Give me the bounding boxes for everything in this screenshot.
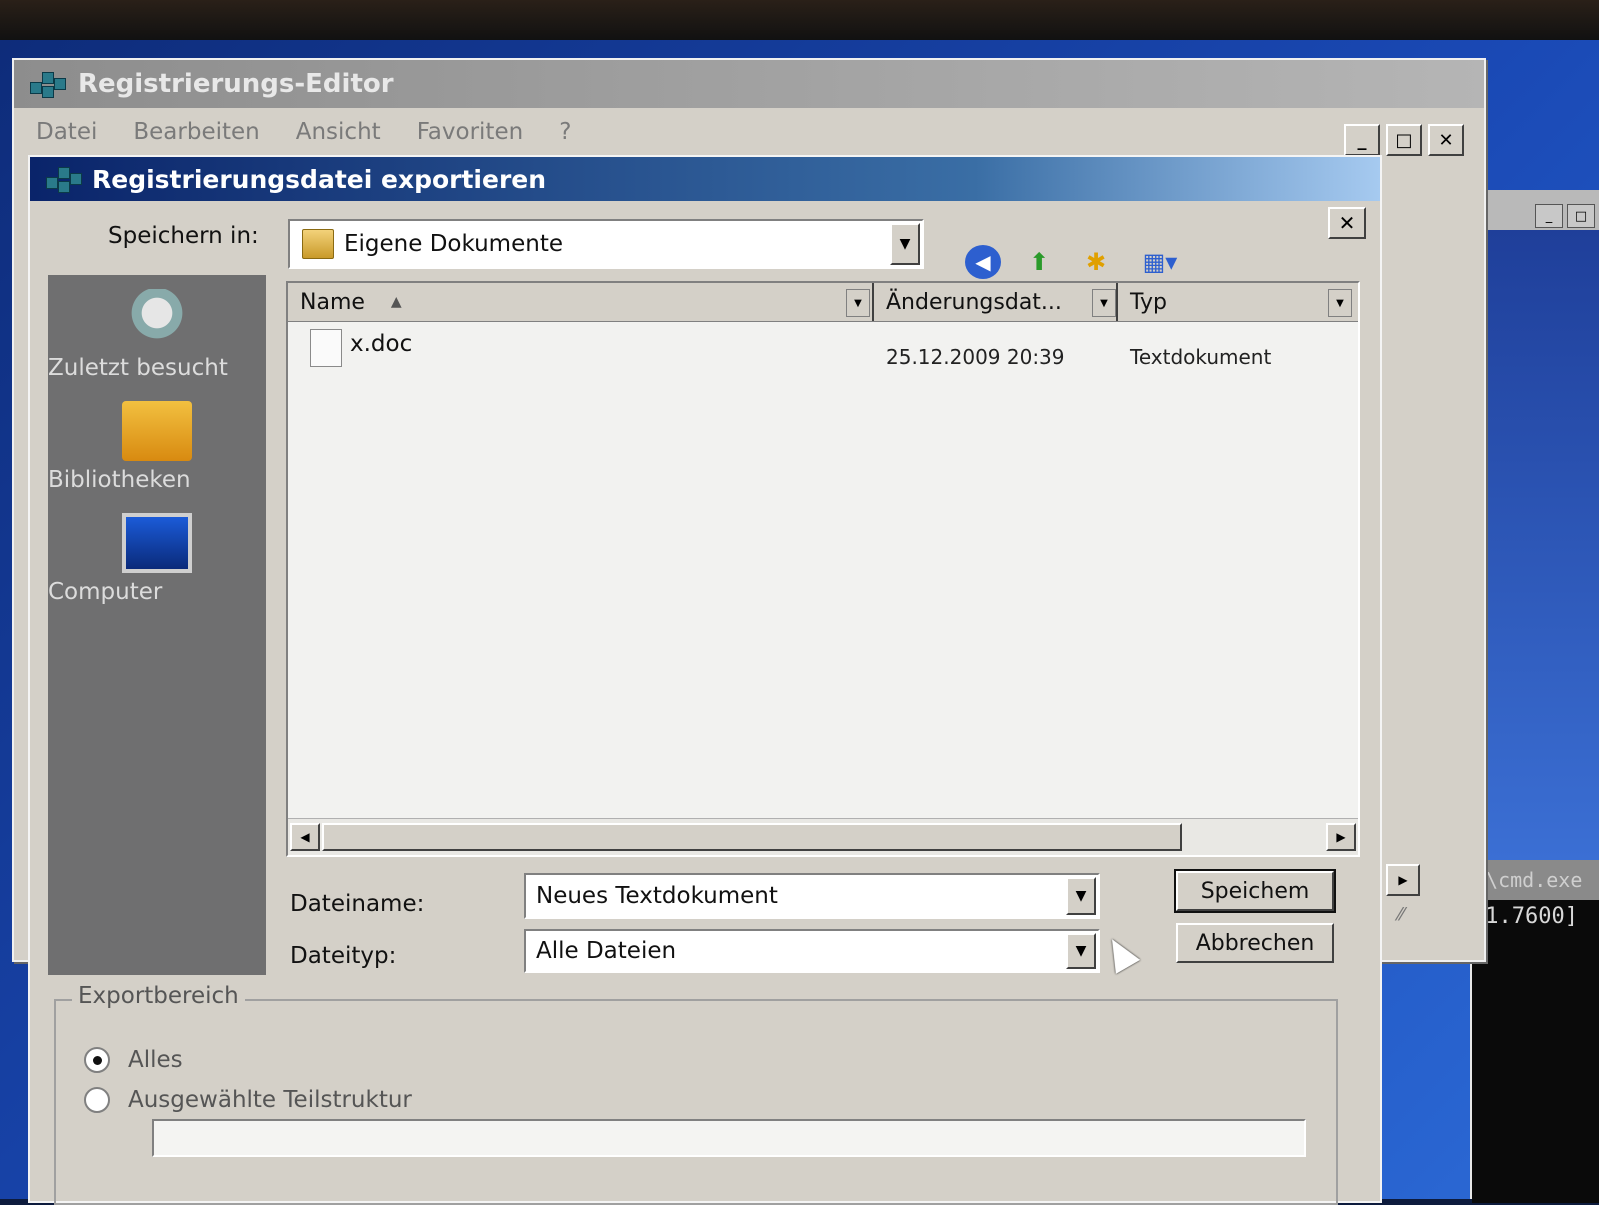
regedit-title: Registrierungs-Editor <box>78 69 394 99</box>
chevron-down-icon[interactable]: ▼ <box>890 223 920 265</box>
cancel-button[interactable]: Abbrechen <box>1176 923 1334 963</box>
column-type-filter-icon[interactable]: ▼ <box>1328 289 1352 317</box>
regedit-app-icon <box>28 68 66 100</box>
save-in-value: Eigene Dokumente <box>344 231 563 257</box>
radio-branch-label: Ausgewählte Teilstruktur <box>128 1087 412 1113</box>
filename-input[interactable]: Neues Textdokument ▼ <box>524 873 1100 919</box>
export-range-legend: Exportbereich <box>72 983 245 1009</box>
save-button[interactable]: Speichem <box>1174 869 1336 913</box>
column-name-filter-icon[interactable]: ▼ <box>846 289 870 317</box>
file-list[interactable]: Name ▲ ▼ Änderungsdat... ▼ Typ ▼ x.doc 2… <box>286 281 1360 857</box>
file-row[interactable]: x.doc 25.12.2009 20:39 Textdokument <box>288 323 1358 383</box>
radio-branch-button[interactable] <box>84 1087 110 1113</box>
mouse-cursor-icon <box>1099 932 1141 974</box>
maximize-button[interactable]: □ <box>1386 124 1422 156</box>
radio-selected-icon <box>92 1055 102 1065</box>
file-date: 25.12.2009 20:39 <box>886 345 1065 369</box>
file-type: Textdokument <box>1130 345 1272 369</box>
dialog-titlebar[interactable]: Registrierungsdatei exportieren <box>30 157 1380 201</box>
libraries-icon <box>122 401 192 461</box>
sort-ascending-icon: ▲ <box>390 294 402 310</box>
minimize-button[interactable]: _ <box>1344 124 1380 156</box>
background-window-controls: _ □ <box>1535 204 1595 228</box>
back-icon[interactable]: ◀ <box>965 245 1001 279</box>
place-libraries[interactable]: Bibliotheken <box>48 401 266 493</box>
radio-all[interactable]: Alles <box>84 1047 183 1073</box>
radio-branch[interactable]: Ausgewählte Teilstruktur <box>84 1087 412 1113</box>
column-type[interactable]: Typ <box>1118 283 1358 321</box>
menu-bar: Datei Bearbeiten Ansicht Favoriten ? <box>14 112 571 152</box>
place-computer[interactable]: Computer <box>48 513 266 605</box>
chevron-down-icon[interactable]: ▼ <box>1066 933 1096 969</box>
menu-favoriten[interactable]: Favoriten <box>417 119 524 145</box>
file-name: x.doc <box>350 331 413 357</box>
place-label: Bibliotheken <box>48 467 191 493</box>
filetype-label: Dateityp: <box>290 943 397 969</box>
regedit-titlebar[interactable]: Registrierungs-Editor <box>14 60 1484 108</box>
filetype-value: Alle Dateien <box>536 938 677 964</box>
scroll-thumb[interactable] <box>322 823 1182 851</box>
regedit-window-controls: _ □ ✕ <box>1344 124 1464 156</box>
cmd-window-title[interactable]: 2\cmd.exe <box>1472 860 1599 900</box>
up-folder-icon[interactable]: ⬆ <box>1021 245 1057 279</box>
console-text: .1.7600] <box>1472 904 1578 929</box>
branch-path-input[interactable] <box>152 1119 1306 1157</box>
maximize-icon[interactable]: □ <box>1567 204 1595 228</box>
menu-datei[interactable]: Datei <box>36 119 97 145</box>
dialog-close-button[interactable]: ✕ <box>1328 207 1366 239</box>
menu-ansicht[interactable]: Ansicht <box>296 119 381 145</box>
new-folder-icon[interactable]: ✱ <box>1077 245 1115 279</box>
background-window-content <box>1472 230 1599 860</box>
cmd-console: .1.7600] <box>1472 900 1599 1203</box>
dialog-toolbar: ◀ ⬆ ✱ ▦▾ <box>965 245 1185 279</box>
column-type-label: Typ <box>1130 289 1167 315</box>
radio-all-button[interactable] <box>84 1047 110 1073</box>
column-name[interactable]: Name ▲ <box>288 283 874 321</box>
column-date-filter-icon[interactable]: ▼ <box>1092 289 1116 317</box>
column-header-row: Name ▲ ▼ Änderungsdat... ▼ Typ ▼ <box>288 283 1358 322</box>
recent-places-icon <box>122 289 192 349</box>
minimize-icon[interactable]: _ <box>1535 204 1563 228</box>
place-recent[interactable]: Zuletzt besucht <box>48 289 266 381</box>
view-menu-icon[interactable]: ▦▾ <box>1135 245 1185 279</box>
filename-value: Neues Textdokument <box>536 883 778 909</box>
place-label: Zuletzt besucht <box>48 355 228 381</box>
document-icon <box>310 329 342 367</box>
export-range-group: Exportbereich Alles Ausgewählte Teilstru… <box>54 983 1338 1205</box>
radio-all-label: Alles <box>128 1047 183 1073</box>
dialog-title: Registrierungsdatei exportieren <box>92 164 547 194</box>
resize-grip-icon[interactable]: ⁄⁄ <box>1398 904 1428 932</box>
column-date-label: Änderungsdat... <box>886 289 1062 315</box>
save-in-dropdown[interactable]: Eigene Dokumente ▼ <box>288 219 924 269</box>
filetype-dropdown[interactable]: Alle Dateien ▼ <box>524 929 1100 973</box>
computer-icon <box>122 513 192 573</box>
filename-label: Dateiname: <box>290 891 425 917</box>
regedit-app-icon <box>44 163 82 195</box>
save-in-label: Speichern in: <box>108 223 259 249</box>
scroll-right-icon[interactable]: ▶ <box>1326 823 1356 851</box>
column-date[interactable]: Änderungsdat... <box>874 283 1118 321</box>
chevron-down-icon[interactable]: ▼ <box>1066 877 1096 915</box>
places-bar: Zuletzt besucht Bibliotheken Computer <box>48 275 266 975</box>
folder-icon <box>302 229 334 259</box>
background-window[interactable]: _ □ 2\cmd.exe .1.7600] <box>1470 190 1599 1203</box>
scroll-right-icon[interactable]: ▶ <box>1386 864 1420 896</box>
place-label: Computer <box>48 579 163 605</box>
menu-bearbeiten[interactable]: Bearbeiten <box>133 119 259 145</box>
scroll-left-icon[interactable]: ◀ <box>290 823 320 851</box>
menu-help[interactable]: ? <box>559 119 571 145</box>
close-button[interactable]: ✕ <box>1428 124 1464 156</box>
horizontal-scrollbar[interactable]: ◀ ▶ <box>288 818 1358 855</box>
monitor-bezel <box>0 0 1599 40</box>
export-dialog: Registrierungsdatei exportieren ✕ Speich… <box>28 155 1382 1205</box>
column-name-label: Name <box>300 289 365 315</box>
